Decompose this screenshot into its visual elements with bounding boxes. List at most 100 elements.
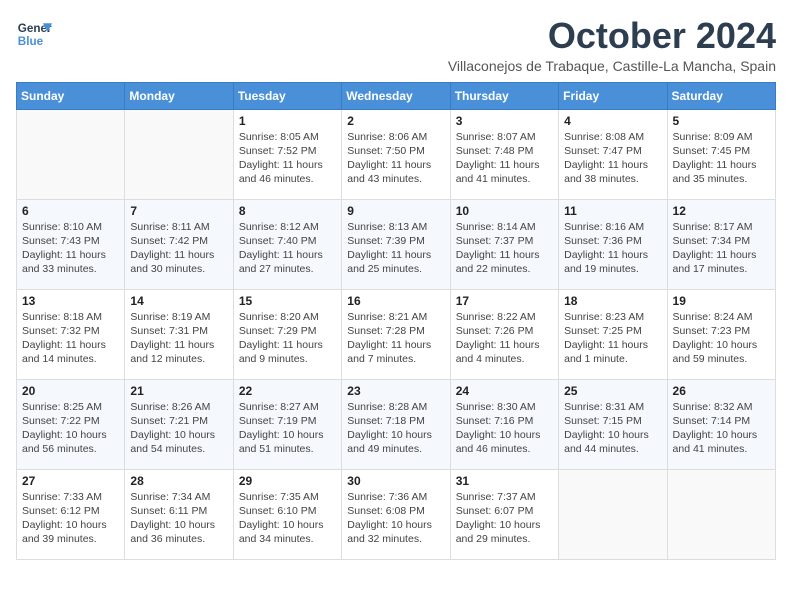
day-number: 29	[239, 474, 336, 488]
day-number: 14	[130, 294, 227, 308]
day-number: 31	[456, 474, 553, 488]
day-cell	[667, 469, 775, 559]
day-cell: 20 Sunrise: 8:25 AM Sunset: 7:22 PM Dayli…	[17, 379, 125, 469]
day-cell: 1 Sunrise: 8:05 AM Sunset: 7:52 PM Daylig…	[233, 109, 341, 199]
day-cell: 25 Sunrise: 8:31 AM Sunset: 7:15 PM Dayli…	[559, 379, 667, 469]
day-cell: 12 Sunrise: 8:17 AM Sunset: 7:34 PM Dayli…	[667, 199, 775, 289]
weekday-header-thursday: Thursday	[450, 82, 558, 109]
day-cell: 7 Sunrise: 8:11 AM Sunset: 7:42 PM Daylig…	[125, 199, 233, 289]
day-number: 10	[456, 204, 553, 218]
day-number: 22	[239, 384, 336, 398]
day-number: 1	[239, 114, 336, 128]
day-cell: 19 Sunrise: 8:24 AM Sunset: 7:23 PM Dayli…	[667, 289, 775, 379]
day-cell: 31Sunrise: 7:37 AM Sunset: 6:07 PM Dayli…	[450, 469, 558, 559]
day-number: 19	[673, 294, 770, 308]
day-number: 26	[673, 384, 770, 398]
day-number: 9	[347, 204, 444, 218]
day-cell: 29Sunrise: 7:35 AM Sunset: 6:10 PM Dayli…	[233, 469, 341, 559]
day-cell: 9 Sunrise: 8:13 AM Sunset: 7:39 PM Daylig…	[342, 199, 450, 289]
week-row-1: 1 Sunrise: 8:05 AM Sunset: 7:52 PM Daylig…	[17, 109, 776, 199]
weekday-header-row: SundayMondayTuesdayWednesdayThursdayFrid…	[17, 82, 776, 109]
day-info: Sunrise: 8:30 AM Sunset: 7:16 PM Dayligh…	[456, 400, 553, 457]
day-info: Sunrise: 8:25 AM Sunset: 7:22 PM Dayligh…	[22, 400, 119, 457]
day-cell: 26 Sunrise: 8:32 AM Sunset: 7:14 PM Dayli…	[667, 379, 775, 469]
day-number: 20	[22, 384, 119, 398]
logo-icon: General Blue	[16, 16, 52, 52]
month-title: October 2024	[448, 16, 776, 56]
day-info: Sunrise: 7:33 AM Sunset: 6:12 PM Dayligh…	[22, 490, 119, 547]
day-number: 13	[22, 294, 119, 308]
day-info: Sunrise: 8:32 AM Sunset: 7:14 PM Dayligh…	[673, 400, 770, 457]
day-info: Sunrise: 7:36 AM Sunset: 6:08 PM Dayligh…	[347, 490, 444, 547]
week-row-3: 13 Sunrise: 8:18 AM Sunset: 7:32 PM Dayli…	[17, 289, 776, 379]
day-info: Sunrise: 8:05 AM Sunset: 7:52 PM Dayligh…	[239, 130, 336, 187]
day-cell	[125, 109, 233, 199]
day-cell: 23 Sunrise: 8:28 AM Sunset: 7:18 PM Dayli…	[342, 379, 450, 469]
week-row-4: 20 Sunrise: 8:25 AM Sunset: 7:22 PM Dayli…	[17, 379, 776, 469]
day-number: 24	[456, 384, 553, 398]
weekday-header-sunday: Sunday	[17, 82, 125, 109]
day-cell: 2Sunrise: 8:06 AM Sunset: 7:50 PM Daylig…	[342, 109, 450, 199]
day-number: 15	[239, 294, 336, 308]
day-info: Sunrise: 8:19 AM Sunset: 7:31 PM Dayligh…	[130, 310, 227, 367]
day-number: 17	[456, 294, 553, 308]
page-header: General Blue October 2024 Villaconejos d…	[16, 16, 776, 74]
day-cell: 18 Sunrise: 8:23 AM Sunset: 7:25 PM Dayli…	[559, 289, 667, 379]
title-section: October 2024 Villaconejos de Trabaque, C…	[448, 16, 776, 74]
day-cell: 30Sunrise: 7:36 AM Sunset: 6:08 PM Dayli…	[342, 469, 450, 559]
day-cell: 8 Sunrise: 8:12 AM Sunset: 7:40 PM Daylig…	[233, 199, 341, 289]
day-info: Sunrise: 8:23 AM Sunset: 7:25 PM Dayligh…	[564, 310, 661, 367]
day-info: Sunrise: 8:14 AM Sunset: 7:37 PM Dayligh…	[456, 220, 553, 277]
day-info: Sunrise: 8:18 AM Sunset: 7:32 PM Dayligh…	[22, 310, 119, 367]
day-cell	[17, 109, 125, 199]
day-number: 11	[564, 204, 661, 218]
day-cell: 14 Sunrise: 8:19 AM Sunset: 7:31 PM Dayli…	[125, 289, 233, 379]
day-number: 5	[673, 114, 770, 128]
logo: General Blue	[16, 16, 52, 52]
day-cell: 4Sunrise: 8:08 AM Sunset: 7:47 PM Daylig…	[559, 109, 667, 199]
day-cell: 17Sunrise: 8:22 AM Sunset: 7:26 PM Dayli…	[450, 289, 558, 379]
day-cell	[559, 469, 667, 559]
day-number: 4	[564, 114, 661, 128]
weekday-header-wednesday: Wednesday	[342, 82, 450, 109]
day-cell: 11Sunrise: 8:16 AM Sunset: 7:36 PM Dayli…	[559, 199, 667, 289]
day-info: Sunrise: 8:07 AM Sunset: 7:48 PM Dayligh…	[456, 130, 553, 187]
day-cell: 22Sunrise: 8:27 AM Sunset: 7:19 PM Dayli…	[233, 379, 341, 469]
calendar-table: SundayMondayTuesdayWednesdayThursdayFrid…	[16, 82, 776, 560]
day-number: 18	[564, 294, 661, 308]
weekday-header-tuesday: Tuesday	[233, 82, 341, 109]
day-cell: 16 Sunrise: 8:21 AM Sunset: 7:28 PM Dayli…	[342, 289, 450, 379]
day-info: Sunrise: 8:12 AM Sunset: 7:40 PM Dayligh…	[239, 220, 336, 277]
week-row-2: 6 Sunrise: 8:10 AM Sunset: 7:43 PM Daylig…	[17, 199, 776, 289]
day-cell: 6 Sunrise: 8:10 AM Sunset: 7:43 PM Daylig…	[17, 199, 125, 289]
day-number: 6	[22, 204, 119, 218]
day-cell: 24 Sunrise: 8:30 AM Sunset: 7:16 PM Dayli…	[450, 379, 558, 469]
svg-text:Blue: Blue	[18, 35, 44, 48]
day-cell: 15Sunrise: 8:20 AM Sunset: 7:29 PM Dayli…	[233, 289, 341, 379]
day-number: 23	[347, 384, 444, 398]
day-cell: 3Sunrise: 8:07 AM Sunset: 7:48 PM Daylig…	[450, 109, 558, 199]
day-info: Sunrise: 8:17 AM Sunset: 7:34 PM Dayligh…	[673, 220, 770, 277]
day-info: Sunrise: 8:24 AM Sunset: 7:23 PM Dayligh…	[673, 310, 770, 367]
day-number: 27	[22, 474, 119, 488]
weekday-header-monday: Monday	[125, 82, 233, 109]
day-info: Sunrise: 8:13 AM Sunset: 7:39 PM Dayligh…	[347, 220, 444, 277]
day-info: Sunrise: 8:31 AM Sunset: 7:15 PM Dayligh…	[564, 400, 661, 457]
day-number: 7	[130, 204, 227, 218]
day-info: Sunrise: 8:26 AM Sunset: 7:21 PM Dayligh…	[130, 400, 227, 457]
day-info: Sunrise: 8:28 AM Sunset: 7:18 PM Dayligh…	[347, 400, 444, 457]
day-number: 28	[130, 474, 227, 488]
day-number: 16	[347, 294, 444, 308]
day-cell: 28Sunrise: 7:34 AM Sunset: 6:11 PM Dayli…	[125, 469, 233, 559]
day-info: Sunrise: 8:11 AM Sunset: 7:42 PM Dayligh…	[130, 220, 227, 277]
weekday-header-friday: Friday	[559, 82, 667, 109]
day-number: 12	[673, 204, 770, 218]
day-cell: 13 Sunrise: 8:18 AM Sunset: 7:32 PM Dayli…	[17, 289, 125, 379]
day-info: Sunrise: 8:10 AM Sunset: 7:43 PM Dayligh…	[22, 220, 119, 277]
day-info: Sunrise: 8:21 AM Sunset: 7:28 PM Dayligh…	[347, 310, 444, 367]
day-cell: 27 Sunrise: 7:33 AM Sunset: 6:12 PM Dayli…	[17, 469, 125, 559]
day-number: 25	[564, 384, 661, 398]
day-number: 8	[239, 204, 336, 218]
day-cell: 21Sunrise: 8:26 AM Sunset: 7:21 PM Dayli…	[125, 379, 233, 469]
day-cell: 10 Sunrise: 8:14 AM Sunset: 7:37 PM Dayli…	[450, 199, 558, 289]
